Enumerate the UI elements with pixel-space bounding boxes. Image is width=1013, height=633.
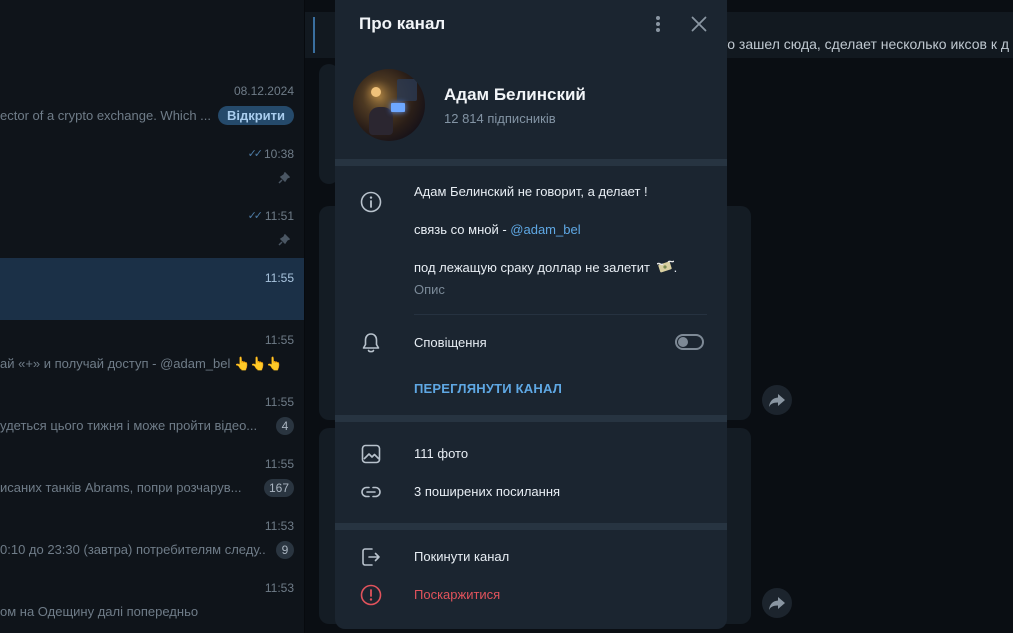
forward-button[interactable] xyxy=(762,385,792,415)
avatar-person xyxy=(369,107,393,135)
forward-icon xyxy=(769,597,785,610)
unread-badge: 4 xyxy=(276,417,294,435)
row-separator xyxy=(414,314,707,315)
chat-list: 08.12.2024 ector of a crypto exchange. W… xyxy=(0,0,304,633)
double-check-icon: ✓✓ xyxy=(247,210,264,222)
chat-row[interactable]: ✓✓ 11:51 xyxy=(0,200,304,262)
leave-channel-button[interactable]: Покинути канал xyxy=(414,549,509,564)
image-icon xyxy=(361,444,381,464)
report-button[interactable]: Поскаржитися xyxy=(414,587,500,602)
description-text: под лежащую сраку доллар не залетит xyxy=(414,260,650,275)
chat-time: 11:55 xyxy=(264,333,294,347)
description-line: Адам Белинский не говорит, а делает ! xyxy=(414,184,648,199)
forward-button[interactable] xyxy=(762,588,792,618)
avatar-window xyxy=(397,79,417,101)
link-icon xyxy=(361,486,381,498)
description-line: под лежащую сраку доллар не залетит . xyxy=(414,260,677,275)
username-link[interactable]: @adam_bel xyxy=(510,222,580,237)
pin-icon xyxy=(278,234,290,246)
chat-row[interactable]: 11:55 удеться цього тижня і може пройти … xyxy=(0,386,304,448)
chat-preview: ector of a crypto exchange. Which ... xyxy=(0,108,211,123)
photos-row[interactable]: 111 фото xyxy=(414,446,468,461)
section-separator xyxy=(335,415,727,422)
chat-time: 11:51 xyxy=(264,209,294,223)
chat-time: 11:55 xyxy=(264,457,294,471)
pin-icon xyxy=(278,172,290,184)
chat-time: 08.12.2024 xyxy=(233,84,294,98)
channel-name: Адам Белинский xyxy=(444,85,586,104)
chat-row[interactable]: 11:53 ом на Одещину далі попередньо xyxy=(0,572,304,633)
channel-avatar[interactable] xyxy=(353,69,425,141)
chat-row[interactable]: 11:53 0:10 до 23:30 (завтра) потребителя… xyxy=(0,510,304,572)
bell-icon xyxy=(362,333,380,353)
pinned-message-text: , кто зашел сюда, сделает несколько иксо… xyxy=(706,36,1009,52)
more-vertical-icon xyxy=(656,16,660,32)
chat-preview: 0:10 до 23:30 (завтра) потребителям след… xyxy=(0,542,266,557)
more-menu-button[interactable] xyxy=(647,12,669,36)
unread-badge: 167 xyxy=(263,479,294,497)
close-button[interactable] xyxy=(687,12,711,36)
chat-preview: ай «+» и получай доступ - @adam_bel 👆👆👆 xyxy=(0,356,283,371)
chat-row[interactable]: 11:55 исаних танків Abrams, попри розчар… xyxy=(0,448,304,510)
channel-info-dialog: Про канал Адам Белинский 12 814 підписни… xyxy=(335,0,727,629)
description-line: связь со мной - @adam_bel xyxy=(414,222,581,237)
notifications-toggle[interactable] xyxy=(675,334,704,350)
chat-preview: исаних танків Abrams, попри розчарув... xyxy=(0,480,242,495)
chat-time: 10:38 xyxy=(263,147,294,161)
view-channel-button[interactable]: ПЕРЕГЛЯНУТИ КАНАЛ xyxy=(414,381,562,396)
chat-preview: удеться цього тижня і може пройти відео.… xyxy=(0,418,258,433)
description-text: . xyxy=(673,260,678,275)
info-icon xyxy=(360,191,382,213)
chat-time: 11:55 xyxy=(264,271,294,285)
section-separator xyxy=(335,523,727,530)
chat-time: 11:53 xyxy=(264,581,294,595)
subscriber-count: 12 814 підписників xyxy=(444,111,556,126)
forward-icon xyxy=(769,394,785,407)
pinned-accent xyxy=(313,17,315,53)
money-emoji-icon xyxy=(656,260,674,273)
unread-badge: 9 xyxy=(276,541,294,559)
report-icon xyxy=(360,584,382,606)
description-text: связь со мной - xyxy=(414,222,511,237)
chat-preview: ом на Одещину далі попередньо xyxy=(0,604,199,619)
avatar-lamp xyxy=(371,87,381,97)
avatar-screen xyxy=(391,103,405,112)
shared-links-row[interactable]: 3 поширених посилання xyxy=(414,484,560,499)
chat-row[interactable]: 11:55 ай «+» и получай доступ - @adam_be… xyxy=(0,324,304,386)
notifications-label: Сповіщення xyxy=(414,335,487,350)
toggle-knob xyxy=(678,337,688,347)
dialog-title: Про канал xyxy=(359,14,446,33)
leave-icon xyxy=(362,548,380,566)
description-label: Опис xyxy=(414,282,445,297)
close-icon xyxy=(691,16,707,32)
chat-time: 11:53 xyxy=(264,519,294,533)
open-button[interactable]: Відкрити xyxy=(217,106,294,125)
double-check-icon: ✓✓ xyxy=(247,148,264,160)
chat-row[interactable]: 08.12.2024 ector of a crypto exchange. W… xyxy=(0,76,304,138)
chat-row-active[interactable]: 11:55 xyxy=(0,258,304,320)
chat-time: 11:55 xyxy=(264,395,294,409)
chat-row[interactable]: ✓✓ 10:38 xyxy=(0,138,304,200)
section-separator xyxy=(335,159,727,166)
